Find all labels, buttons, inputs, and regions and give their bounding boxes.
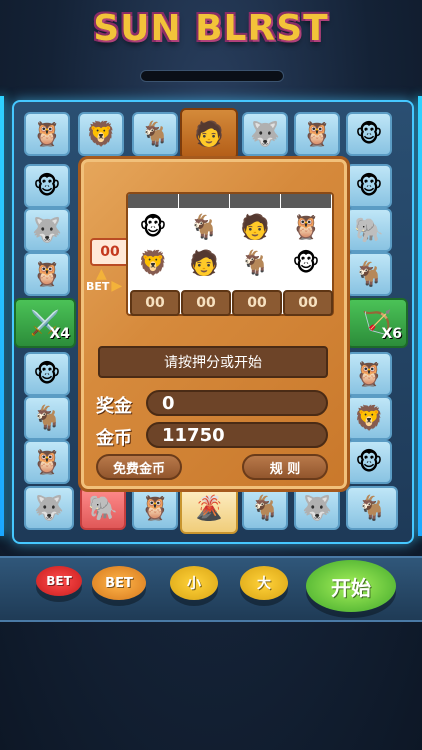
monkey-reel-icon: 🐵 xyxy=(139,213,167,241)
monkey-tile-icon: 🐵 xyxy=(346,164,392,208)
coins-value: 11750 xyxy=(146,422,328,448)
left-glow-line xyxy=(0,96,4,536)
free-coins-button[interactable]: 免费金币 xyxy=(96,454,182,480)
goat-tile-icon: 🐐 xyxy=(132,112,178,156)
goat-tile-icon: 🐐 xyxy=(346,252,392,296)
owl-tile-icon: 🦉 xyxy=(24,252,70,296)
owl-tile-icon: 🦉 xyxy=(24,440,70,484)
owl-reel-icon: 🦉 xyxy=(291,213,321,241)
wolf-tile-icon: 🐺 xyxy=(24,486,74,530)
hero-reel-icon: 🧑 xyxy=(240,213,270,241)
monkey-tile-icon: 🐵 xyxy=(24,352,70,396)
goat-tile-icon: 🐐 xyxy=(346,486,398,530)
reel-header xyxy=(179,194,229,208)
reel-header xyxy=(230,194,280,208)
goat-reel-icon: 🐐 xyxy=(240,249,270,277)
status-message: 请按押分或开始 xyxy=(98,346,328,378)
multiplier-x6: X6 xyxy=(381,326,402,342)
bet-tag: BET ▶ xyxy=(86,276,130,296)
bet-red-button[interactable]: BET xyxy=(36,566,82,596)
win-label: 奖金 xyxy=(96,396,132,417)
goat-tile-icon: 🐐 xyxy=(24,396,70,440)
elephant-tile-icon: 🐘 xyxy=(80,486,126,530)
right-glow-line xyxy=(418,96,422,536)
title-bar xyxy=(140,70,284,82)
coins-label: 金币 xyxy=(96,428,132,449)
owl-tile-icon: 🦉 xyxy=(294,112,340,156)
lion-reel-icon: 🦁 xyxy=(138,249,168,277)
big-button[interactable]: 大 xyxy=(240,566,288,600)
reel-header xyxy=(281,194,331,208)
left-counter: 00 xyxy=(90,238,130,266)
goat-reel-icon: 🐐 xyxy=(189,213,219,241)
rules-button[interactable]: 规 则 xyxy=(242,454,328,480)
multiplier-x4: X4 xyxy=(49,326,70,342)
monkey-tile-icon: 🐵 xyxy=(346,440,392,484)
reel-bet-2: 00 xyxy=(181,290,231,316)
monkey-tile-icon: 🐵 xyxy=(24,164,70,208)
swords-x4-tile: ⚔️ X4 xyxy=(14,298,76,348)
hero-tile-icon: 🧑 xyxy=(180,108,238,160)
right-arrow-icon: ▶ xyxy=(111,278,123,294)
reel-header xyxy=(128,194,178,208)
wolf-tile-icon: 🐺 xyxy=(294,486,340,530)
owl-tile-icon: 🦉 xyxy=(132,486,178,530)
goat-tile-icon: 🐐 xyxy=(242,486,288,530)
small-button[interactable]: 小 xyxy=(170,566,218,600)
reel-bet-3: 00 xyxy=(232,290,282,316)
reel-bet-1: 00 xyxy=(130,290,180,316)
hero-reel-icon: 🧑 xyxy=(189,249,219,277)
bet-tag-label: BET xyxy=(86,279,110,293)
monkey-tile-icon: 🐵 xyxy=(346,112,392,156)
wolf-tile-icon: 🐺 xyxy=(24,208,70,252)
win-value: 0 xyxy=(146,390,328,416)
reel-bet-4: 00 xyxy=(283,290,333,316)
owl-tile-icon: 🦉 xyxy=(24,112,70,156)
monkey-reel-icon: 🐵 xyxy=(292,249,320,277)
elephant-tile-icon: 🐘 xyxy=(346,208,392,252)
bow-x6-tile: 🏹 X6 xyxy=(346,298,408,348)
lion-tile-icon: 🦁 xyxy=(78,112,124,156)
game-title: SUN BLRST xyxy=(93,8,329,49)
bet-orange-button[interactable]: BET xyxy=(92,566,146,600)
wolf-tile-icon: 🐺 xyxy=(242,112,288,156)
owl-tile-icon: 🦉 xyxy=(346,352,392,396)
start-button[interactable]: 开始 xyxy=(306,560,396,612)
lion-tile-icon: 🦁 xyxy=(346,396,392,440)
